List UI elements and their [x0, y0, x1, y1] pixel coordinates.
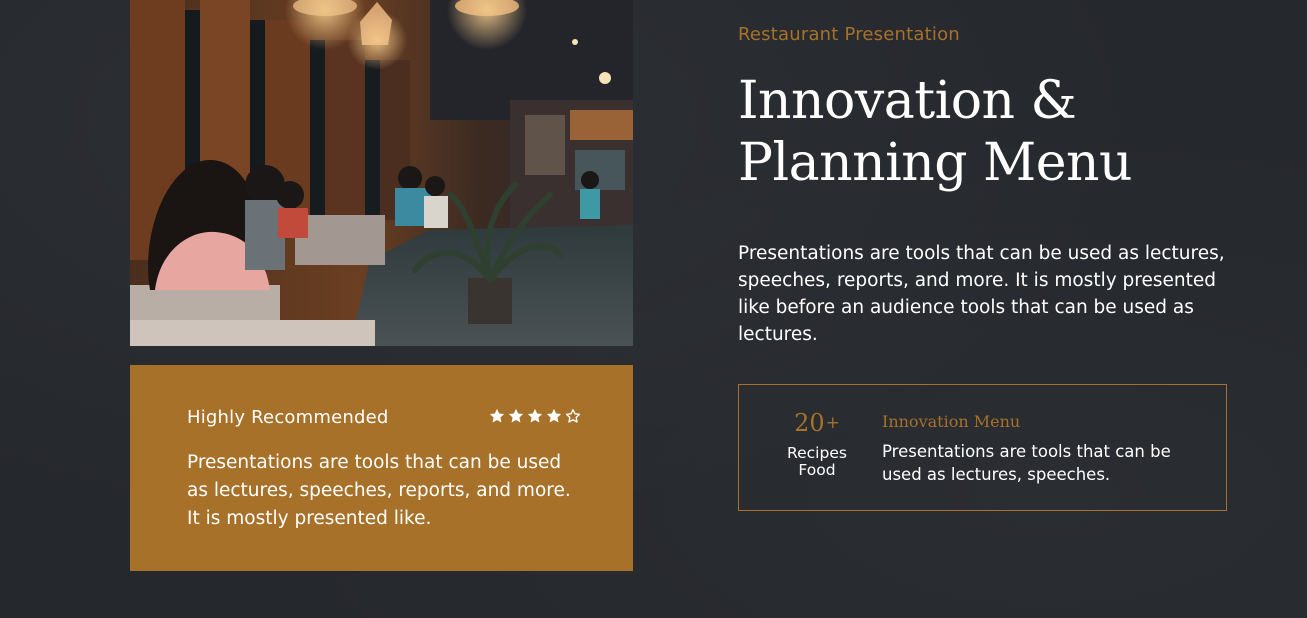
recipe-count-label-line-1: Recipes: [787, 444, 847, 462]
restaurant-interior-photo: [130, 0, 633, 346]
star-filled-icon: [546, 408, 562, 423]
recommendation-card: Highly Recommended Presentations are too…: [130, 365, 633, 571]
star-filled-icon: [489, 408, 505, 423]
description-text: Presentations are tools that can be used…: [738, 243, 1225, 345]
star-filled-icon: [508, 408, 524, 423]
recipe-count-label-line-2: Food: [798, 461, 836, 479]
recipe-count-label: Recipes Food: [774, 445, 860, 479]
rating-stars: [488, 407, 582, 425]
recommendation-title: Highly Recommended: [187, 407, 389, 428]
page-title-line-2: Planning Menu: [738, 133, 1133, 193]
stats-box: 20+ Recipes Food Innovation Menu Present…: [738, 384, 1227, 511]
recipe-count-suffix: +: [825, 413, 840, 433]
page-title-line-1: Innovation &: [738, 71, 1077, 131]
recipe-count-value: 20: [794, 409, 825, 437]
recommendation-text: Presentations are tools that can be used…: [187, 452, 571, 529]
star-filled-icon: [527, 408, 543, 423]
eyebrow-label: Restaurant Presentation: [738, 24, 960, 45]
stats-title: Innovation Menu: [882, 412, 1021, 431]
recipe-count: 20+: [774, 409, 860, 437]
page-title: Innovation & Planning Menu: [738, 70, 1258, 194]
star-outline-icon: [565, 409, 581, 423]
stats-text: Presentations are tools that can be used…: [882, 442, 1171, 484]
